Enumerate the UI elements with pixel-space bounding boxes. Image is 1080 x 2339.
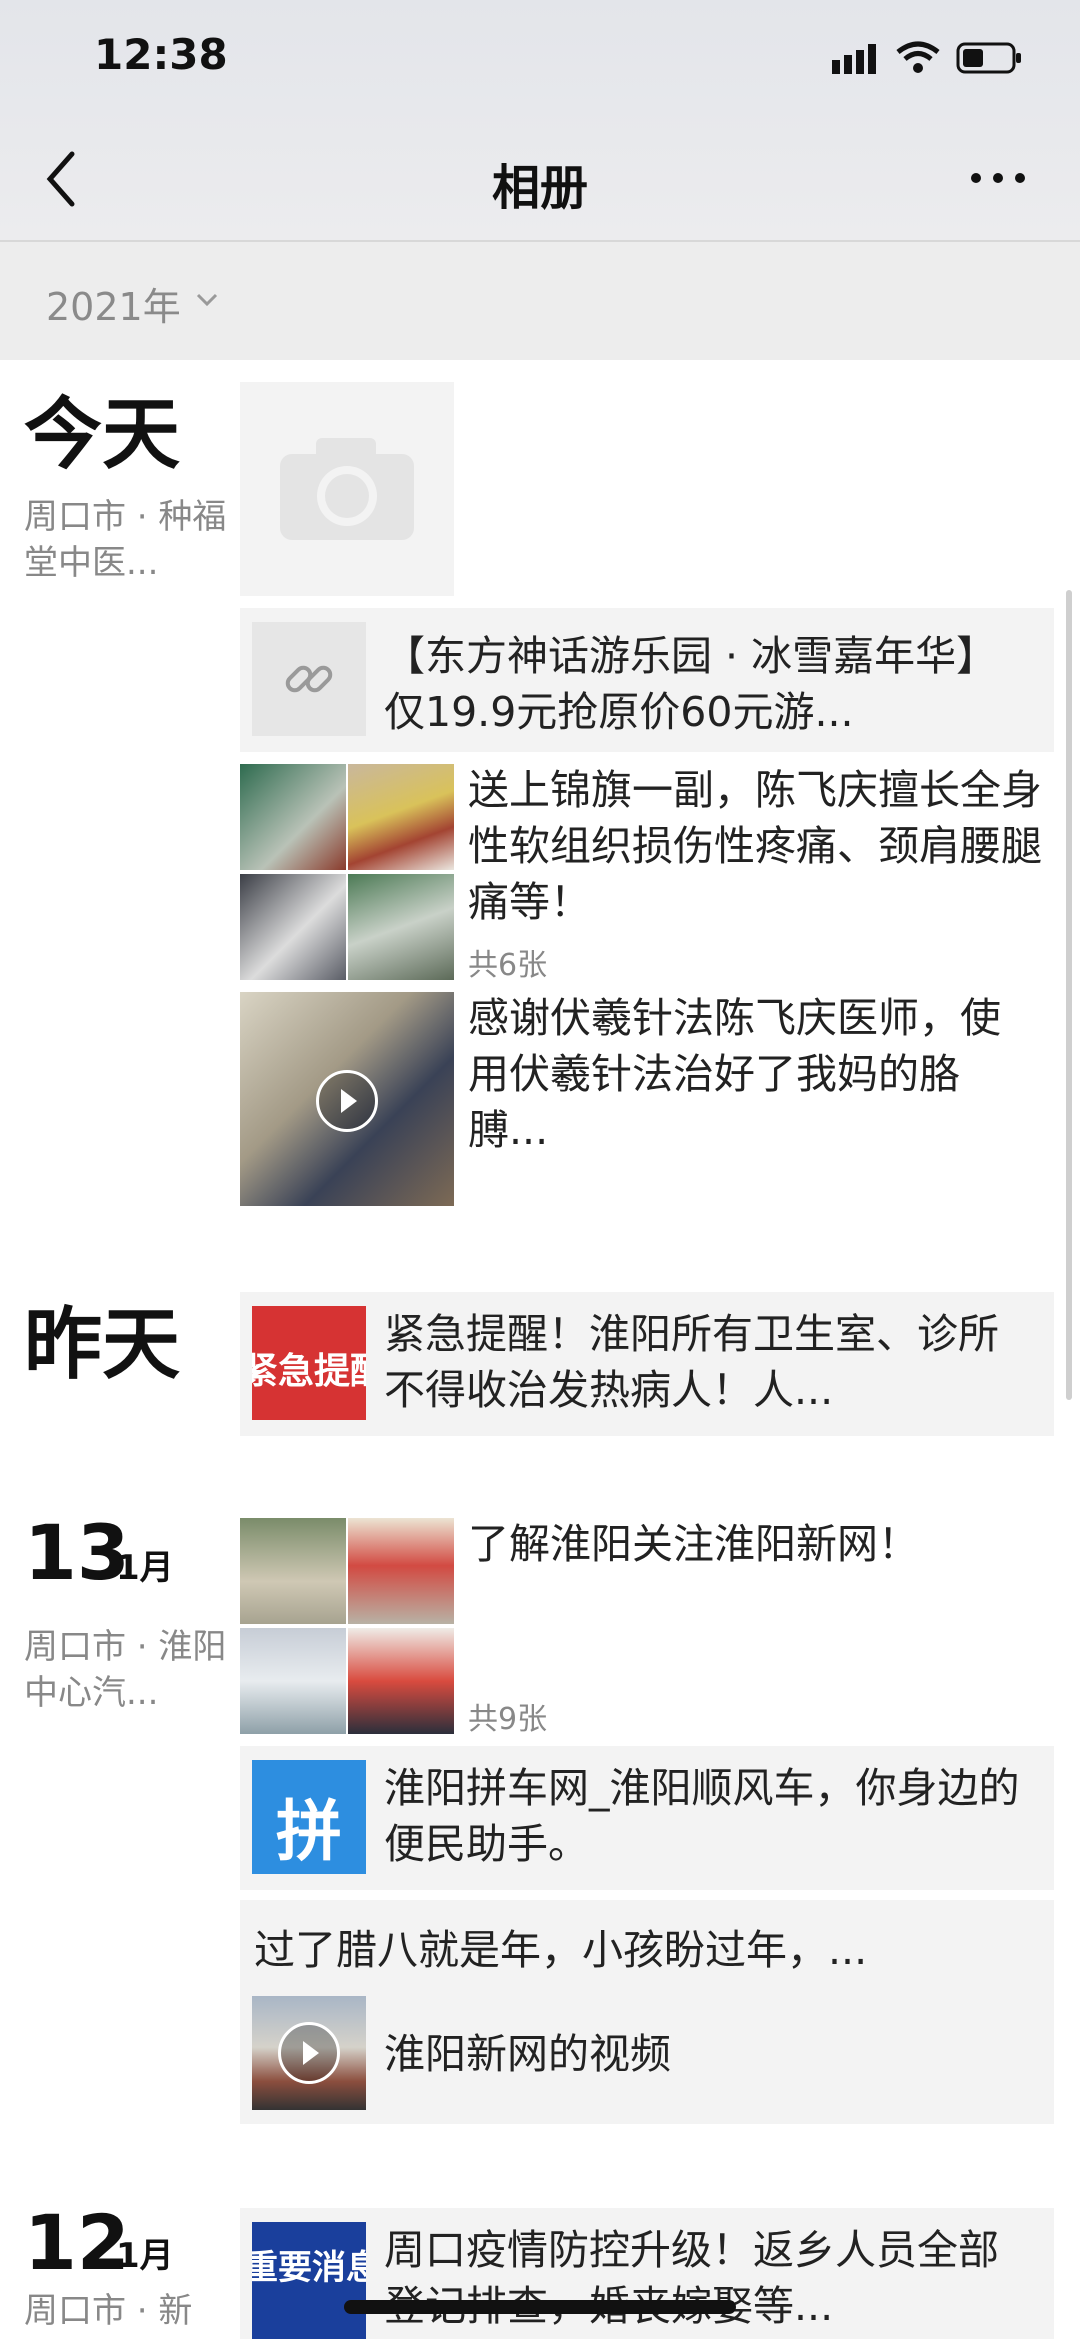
post-text: 了解淮阳关注淮阳新网！ (468, 1520, 919, 1568)
link-post-card[interactable]: 【东方神话游乐园 · 冰雪嘉年华】仅19.9元抢原价60元游... (240, 608, 1054, 752)
photo-thumb (348, 1628, 454, 1734)
link-thumb (252, 622, 366, 736)
play-icon (316, 1070, 378, 1132)
post-text: 淮阳新网的视频 (384, 2030, 671, 2078)
post-text: 周口疫情防控升级！返乡人员全部登记排查，婚丧嫁娶等... (384, 2226, 999, 2330)
photo-thumb (240, 764, 346, 870)
home-indicator[interactable] (344, 2300, 736, 2314)
date-month: 1月 (116, 2236, 174, 2276)
alert-thumb: 紧急提醒 (252, 1306, 366, 1420)
photo-thumb (348, 874, 454, 980)
post-text: 淮阳拼车网_淮阳顺风车，你身边的便民助手。 (384, 1764, 1020, 1868)
page-title: 相册 (491, 160, 588, 216)
location-label: 周口市 · 淮阳中心汽... (24, 1627, 227, 1713)
post-caption: 过了腊八就是年，小孩盼过年，... (254, 1926, 868, 1974)
photo-count: 共6张 (468, 948, 548, 983)
add-photo-button[interactable] (240, 382, 454, 596)
battery-icon (956, 42, 1021, 74)
date-day: 12 (24, 2198, 130, 2287)
photo-thumb (240, 874, 346, 980)
photo-thumb (240, 1628, 346, 1734)
year-filter-label[interactable]: 2021年 (46, 276, 181, 331)
post-text: 紧急提醒！淮阳所有卫生室、诊所不得收治发热病人！人... (384, 1310, 999, 1414)
photo-thumb (348, 764, 454, 870)
carpool-thumb: 拼 (252, 1760, 366, 1874)
more-icon[interactable] (968, 160, 1028, 196)
status-time: 12:38 (94, 30, 228, 79)
date-yesterday: 昨天 (24, 1300, 181, 1390)
link-post-card[interactable]: 拼 淮阳拼车网_淮阳顺风车，你身边的便民助手。 (240, 1746, 1054, 1890)
photo-thumb (240, 1518, 346, 1624)
scrollbar[interactable] (1066, 590, 1072, 1400)
post-text: 送上锦旗一副，陈飞庆擅长全身性软组织损伤性疼痛、颈肩腰腿痛等！ (468, 766, 1042, 926)
photo-grid[interactable] (240, 764, 454, 980)
photo-thumb (348, 1518, 454, 1624)
date-month: 1月 (116, 1548, 174, 1588)
link-icon (285, 665, 333, 693)
post-text: 感谢伏羲针法陈飞庆医师，使用伏羲针法治好了我妈的胳膊... (468, 994, 1001, 1154)
location-label: 周口市 · 新 (24, 2291, 193, 2331)
chevron-down-icon[interactable] (196, 292, 218, 308)
link-post-card[interactable]: 重要消息 周口疫情防控升级！返乡人员全部登记排查，婚丧嫁娶等... (240, 2208, 1054, 2339)
play-icon (278, 2022, 340, 2084)
news-thumb: 重要消息 (252, 2222, 366, 2339)
video-thumb[interactable] (240, 992, 454, 1206)
wifi-icon (896, 41, 940, 73)
camera-icon (280, 438, 414, 540)
date-today: 今天 (24, 390, 181, 480)
signal-icon (832, 44, 876, 74)
location-label: 周口市 · 种福堂中医... (24, 497, 227, 583)
photo-count: 共9张 (468, 1702, 548, 1737)
video-thumb (252, 1996, 366, 2110)
post-text: 【东方神话游乐园 · 冰雪嘉年华】仅19.9元抢原价60元游... (384, 632, 998, 736)
link-post-card[interactable]: 紧急提醒 紧急提醒！淮阳所有卫生室、诊所不得收治发热病人！人... (240, 1292, 1054, 1436)
video-share-card[interactable]: 过了腊八就是年，小孩盼过年，... 淮阳新网的视频 (240, 1900, 1054, 2124)
date-day: 13 (24, 1508, 130, 1597)
photo-grid[interactable] (240, 1518, 454, 1734)
